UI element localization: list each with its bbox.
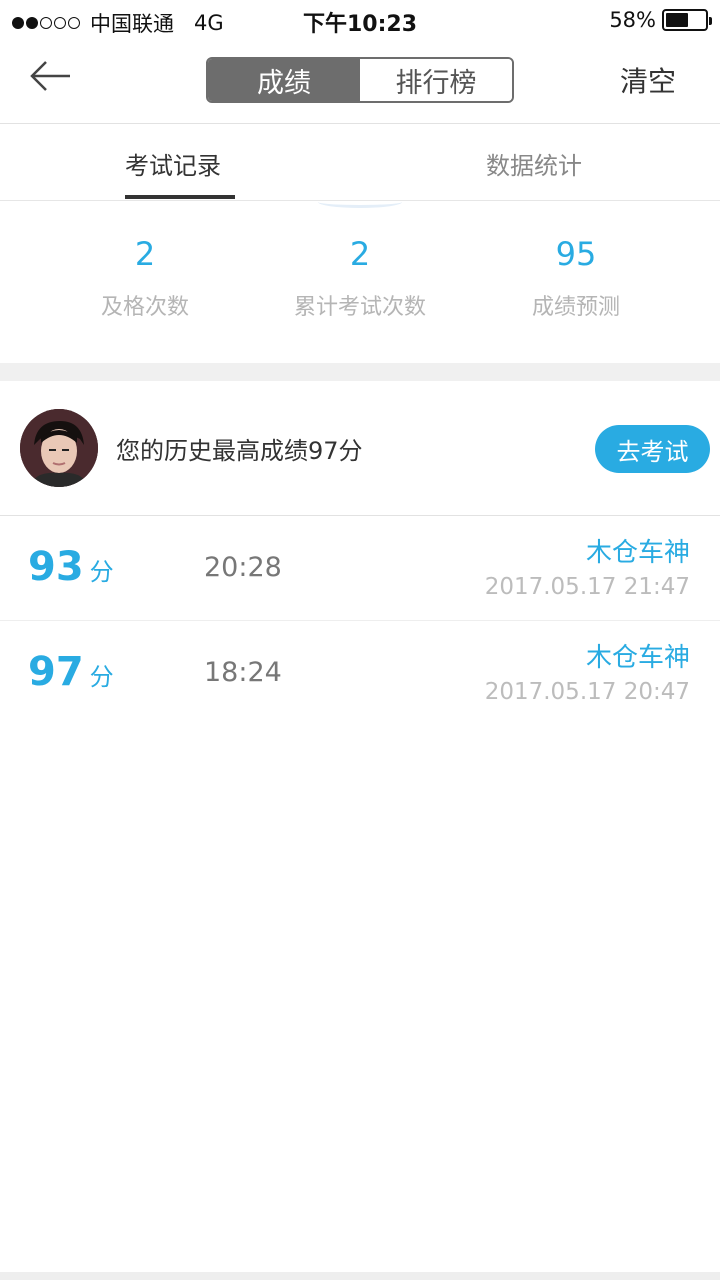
stat-total-exams: 2 累计考试次数 xyxy=(250,201,470,321)
user-avatar-icon xyxy=(20,409,98,487)
best-score-text: 您的历史最高成绩97分 xyxy=(116,437,363,465)
tab-bar: 考试记录 数据统计 xyxy=(0,124,720,201)
segment-leaderboard[interactable]: 排行榜 xyxy=(360,59,512,101)
stats-summary: 2 及格次数 2 累计考试次数 95 成绩预测 xyxy=(0,201,720,363)
tab-data-statistics[interactable]: 数据统计 xyxy=(486,146,582,181)
record-user-name: 木仓车神 xyxy=(585,538,690,568)
bottom-edge xyxy=(0,1272,720,1280)
stat-value: 95 xyxy=(555,235,597,273)
status-bar: 中国联通 4G 下午10:23 58% xyxy=(0,0,720,40)
stat-label: 累计考试次数 xyxy=(293,295,426,320)
battery-cap xyxy=(709,17,712,25)
record-user-name: 木仓车神 xyxy=(585,643,690,673)
stat-label: 及格次数 xyxy=(100,295,189,320)
avatar xyxy=(20,409,98,487)
best-score-row: 您的历史最高成绩97分 去考试 xyxy=(0,381,720,516)
segment-scores[interactable]: 成绩 xyxy=(208,59,360,101)
stat-label: 成绩预测 xyxy=(531,295,620,320)
section-divider xyxy=(0,363,720,381)
stat-value: 2 xyxy=(134,235,156,273)
score-unit: 分 xyxy=(89,663,114,691)
record-score: 93 分 xyxy=(28,544,114,590)
score-unit: 分 xyxy=(89,558,114,586)
battery-icon xyxy=(662,9,712,31)
back-button[interactable] xyxy=(22,58,78,102)
back-arrow-icon xyxy=(30,61,70,91)
take-exam-button[interactable]: 去考试 xyxy=(595,425,710,473)
record-date: 2017.05.17 21:47 xyxy=(484,574,690,600)
tab-exam-records[interactable]: 考试记录 xyxy=(125,146,221,181)
clear-button[interactable]: 清空 xyxy=(620,60,676,100)
battery-fill xyxy=(666,13,689,27)
stat-pass-count: 2 及格次数 xyxy=(35,201,255,321)
record-date: 2017.05.17 20:47 xyxy=(484,679,690,705)
record-duration: 18:24 xyxy=(204,657,282,688)
stat-value: 2 xyxy=(349,235,371,273)
nav-bar: 成绩 排行榜 清空 xyxy=(0,40,720,124)
battery-percent: 58% xyxy=(609,8,656,32)
segmented-control: 成绩 排行榜 xyxy=(206,57,514,103)
record-duration: 20:28 xyxy=(204,552,282,583)
score-value: 93 xyxy=(28,544,84,590)
status-right: 58% xyxy=(609,8,712,32)
record-score: 97 分 xyxy=(28,649,114,695)
score-value: 97 xyxy=(28,649,84,695)
active-tab-indicator xyxy=(125,195,235,199)
exam-record-row[interactable]: 97 分 18:24 木仓车神 2017.05.17 20:47 xyxy=(0,621,720,726)
stat-score-prediction: 95 成绩预测 xyxy=(466,201,686,321)
exam-record-row[interactable]: 93 分 20:28 木仓车神 2017.05.17 21:47 xyxy=(0,516,720,621)
